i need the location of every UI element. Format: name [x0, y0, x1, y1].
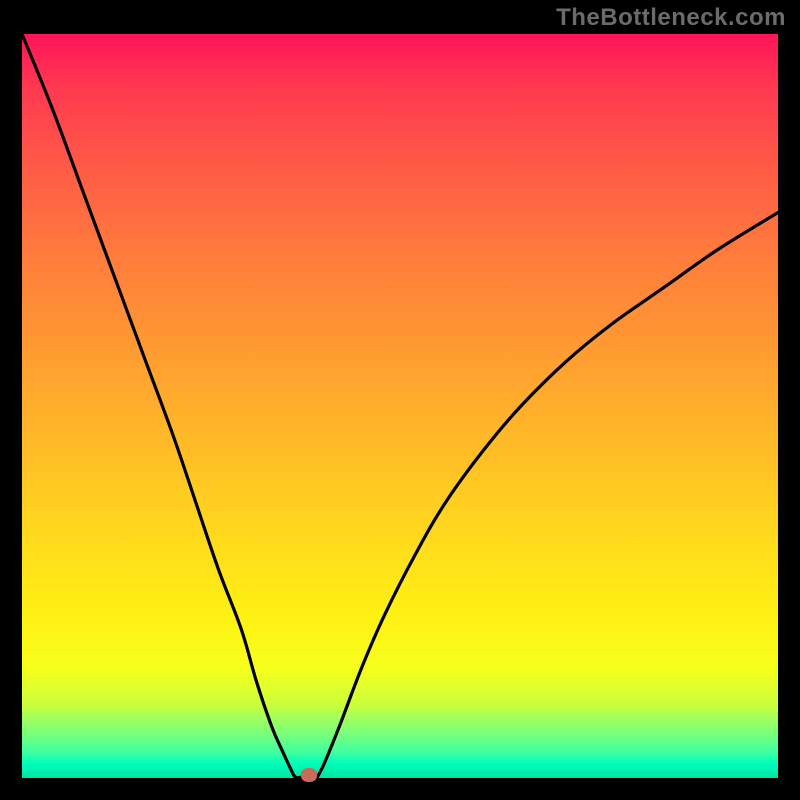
bottleneck-curve — [22, 34, 778, 778]
watermark-text: TheBottleneck.com — [556, 4, 786, 32]
optimal-point-marker — [301, 768, 317, 782]
plot-area — [22, 34, 778, 778]
chart-container: TheBottleneck.com — [0, 0, 800, 800]
